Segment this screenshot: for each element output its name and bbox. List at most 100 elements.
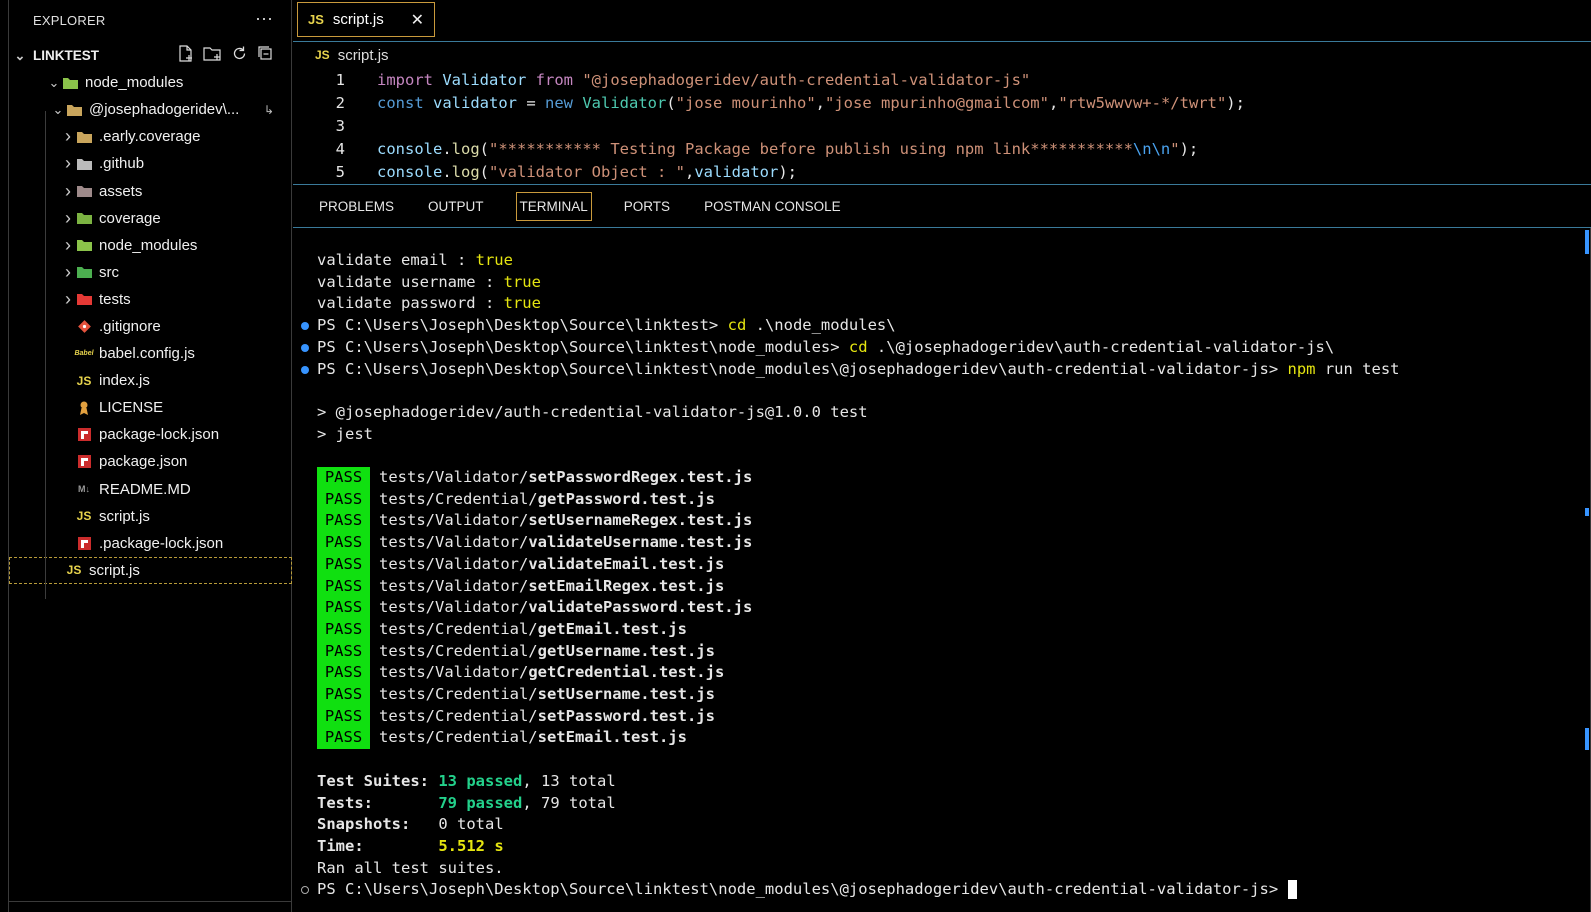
command-args: run test xyxy=(1315,359,1400,378)
summary-value: 0 total xyxy=(438,815,504,834)
code-token: \n\n xyxy=(1132,140,1171,159)
prompt: PS C:\Users\Joseph\Desktop\Source\linkte… xyxy=(317,316,728,335)
workspace-root[interactable]: ⌄ LINKTEST xyxy=(9,42,292,69)
test-result-row: PASS tests/Credential/getPassword.test.js xyxy=(317,488,715,511)
babel-icon: Babel xyxy=(74,350,94,358)
line-number: 3 xyxy=(335,116,345,135)
tree-item[interactable]: package.json xyxy=(9,448,292,475)
chevron-right-icon: › xyxy=(65,153,71,174)
summary-suites: Test Suites: 13 passed, 13 total xyxy=(317,771,616,793)
tree-item-label: src xyxy=(99,263,119,281)
test-dir: tests/Credential/ xyxy=(379,706,538,725)
tree-item-label: README.MD xyxy=(99,480,191,498)
code-line: 5 console.log("validator Object : ",valid… xyxy=(293,161,1591,184)
pass-badge: PASS xyxy=(317,705,370,728)
tree-item[interactable]: › assets xyxy=(9,177,292,204)
tree-item[interactable]: JS index.js xyxy=(9,367,292,394)
test-file: validatePassword.test.js xyxy=(528,598,753,617)
chevron-right-icon: › xyxy=(65,126,71,147)
test-result-row: PASS tests/Validator/setEmailRegex.test.j… xyxy=(317,575,725,598)
script-output: > @josephadogeridev/auth-credential-vali… xyxy=(317,402,868,421)
close-icon[interactable]: ✕ xyxy=(411,10,424,30)
code-token: ( xyxy=(479,163,490,182)
new-file-icon[interactable] xyxy=(177,45,194,67)
collapse-all-icon[interactable] xyxy=(257,45,274,67)
test-file: validateUsername.test.js xyxy=(528,533,753,552)
tree-item[interactable]: Babel babel.config.js xyxy=(9,340,292,367)
tree-item[interactable]: .package-lock.json xyxy=(9,530,292,557)
symlink-icon: ↳ xyxy=(263,102,274,117)
refresh-icon[interactable] xyxy=(231,45,248,67)
tab-label: script.js xyxy=(332,11,384,28)
new-folder-icon[interactable] xyxy=(203,45,222,67)
code-text: const validator = new Validator("jose mo… xyxy=(377,94,1245,112)
summary-ran-text: Ran all test suites. xyxy=(317,858,504,877)
tree-item-label: index.js xyxy=(99,372,150,390)
command-args: .\@josephadogeridev\auth-credential-vali… xyxy=(867,337,1335,356)
code-line: 3 xyxy=(293,114,1591,137)
folder-coverage-icon xyxy=(75,210,93,226)
tree-item-label: .early.coverage xyxy=(99,128,201,146)
editor-tab-bar: JS script.js ✕ xyxy=(293,0,1591,42)
test-dir: tests/Credential/ xyxy=(379,619,538,638)
folder-tests-icon xyxy=(75,291,93,307)
pass-badge: PASS xyxy=(317,488,370,511)
code-token: ); xyxy=(1226,93,1245,112)
test-dir: tests/Validator/ xyxy=(379,468,529,486)
js-icon: JS xyxy=(66,563,82,578)
final-prompt-line: PS C:\Users\Joseph\Desktop\Source\linkte… xyxy=(301,879,1297,901)
tab-postman-console[interactable]: POSTMAN CONSOLE xyxy=(702,193,843,220)
code-token: = xyxy=(526,93,545,112)
code-token: console xyxy=(377,140,443,159)
code-token: "@josephadogeridev/auth-credential-valid… xyxy=(582,70,1031,89)
tree-item[interactable]: › .github xyxy=(9,150,292,177)
code-token: "validator Object : " xyxy=(489,163,685,182)
tree-item[interactable]: › .early.coverage xyxy=(9,123,292,150)
tab-problems[interactable]: PROBLEMS xyxy=(317,193,396,220)
tree-item[interactable]: › coverage xyxy=(9,205,292,232)
tab-script-js[interactable]: JS script.js ✕ xyxy=(297,2,435,37)
tree-item[interactable]: .gitignore xyxy=(9,313,292,340)
more-actions-icon[interactable]: ··· xyxy=(255,8,273,29)
tree-item[interactable]: ⌄ node_modules xyxy=(9,69,292,96)
tree-item[interactable]: LICENSE xyxy=(9,394,292,421)
summary-time: Time: 5.512 s xyxy=(317,836,504,858)
code-token: ); xyxy=(1179,140,1199,159)
test-file: setEmailRegex.test.js xyxy=(528,576,725,595)
command-line: PS C:\Users\Joseph\Desktop\Source\linkte… xyxy=(301,315,896,337)
summary-passed: 13 passed xyxy=(438,771,523,790)
chevron-down-icon: ⌄ xyxy=(14,47,26,63)
npm-icon xyxy=(75,427,93,443)
tree-item[interactable]: JS script.js xyxy=(9,556,292,584)
tree-item[interactable]: ⌄ @josephadogeridev\... ↳ xyxy=(9,96,292,123)
line-number: 5 xyxy=(335,163,345,182)
tree-item[interactable]: JS script.js xyxy=(9,503,292,530)
license-icon xyxy=(75,400,93,416)
breadcrumb[interactable]: JS script.js xyxy=(293,44,389,66)
test-result-row: PASS tests/Validator/getCredential.test.j… xyxy=(317,662,724,684)
tree-item-label: assets xyxy=(99,182,143,200)
code-editor[interactable]: 1 import Validator from "@josephadogeride… xyxy=(293,68,1591,184)
pass-badge: PASS xyxy=(317,575,370,598)
tab-ports[interactable]: PORTS xyxy=(622,193,672,220)
explorer-title: EXPLORER xyxy=(33,13,106,28)
tree-item[interactable]: M↓ README.MD xyxy=(9,476,292,503)
pass-badge: PASS xyxy=(317,553,370,576)
test-result-row: PASS tests/Credential/setUsername.test.js xyxy=(317,684,715,706)
js-file-icon: JS xyxy=(315,48,330,62)
tree-item[interactable]: › tests xyxy=(9,286,292,313)
tree-item[interactable]: package-lock.json xyxy=(9,421,292,448)
test-dir: tests/Credential/ xyxy=(379,728,538,747)
terminal[interactable]: validate email : true validate username :… xyxy=(293,228,1591,912)
test-dir: tests/Credential/ xyxy=(379,685,538,703)
tree-item[interactable]: › node_modules xyxy=(9,232,292,259)
tree-item[interactable]: › src xyxy=(9,259,292,286)
tab-terminal[interactable]: TERMINAL xyxy=(515,191,592,221)
code-token: Validator xyxy=(442,70,536,89)
explorer-sidebar: EXPLORER ··· ⌄ LINKTEST ⌄ node_modules ⌄ @j… xyxy=(9,0,292,912)
pass-badge: PASS xyxy=(317,727,370,750)
workspace-root-label: LINKTEST xyxy=(33,48,99,64)
pass-badge: PASS xyxy=(317,684,370,706)
tab-output[interactable]: OUTPUT xyxy=(426,193,486,220)
scroll-marker xyxy=(1585,230,1589,254)
